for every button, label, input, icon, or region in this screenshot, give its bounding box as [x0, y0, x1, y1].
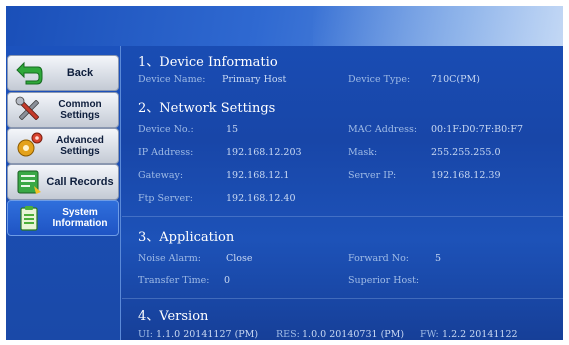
advanced-settings-label: Advanced Settings — [56, 135, 104, 157]
server-ip-label: Server IP: — [348, 170, 397, 181]
ip-address-value: 192.168.12.203 — [226, 147, 302, 158]
advanced-settings-button[interactable]: Advanced Settings — [7, 128, 119, 164]
device-info-title: 1、Device Informatio — [138, 55, 278, 70]
fw-version-label: FW: — [420, 329, 439, 340]
application-title: 3、Application — [138, 230, 235, 245]
gateway-value: 192.168.12.1 — [226, 170, 290, 181]
mac-address-value: 00:1F:D0:7F:B0:F7 — [431, 124, 524, 135]
res-version-value: 1.0.0 20140731 (PM) — [302, 329, 405, 340]
tools-icon — [15, 96, 39, 120]
system-info-panel: 1、Device Informatio Device Name: Primary… — [122, 46, 563, 340]
call-records-label: Call Records — [46, 175, 114, 188]
back-button[interactable]: Back — [7, 55, 119, 91]
gears-icon — [17, 132, 43, 157]
section-divider — [122, 216, 563, 217]
gateway-label: Gateway: — [138, 170, 184, 181]
top-banner — [6, 6, 563, 46]
server-ip-value: 192.168.12.39 — [431, 170, 501, 181]
ui-version-label: UI: — [138, 329, 153, 340]
forward-no-value: 5 — [435, 253, 442, 264]
ftp-server-label: Ftp Server: — [138, 193, 193, 204]
fw-version-value: 1.2.2 20141122 — [442, 329, 518, 340]
sidebar: Back Common Settings Advanced Settings C… — [6, 46, 121, 340]
mask-label: Mask: — [348, 147, 378, 158]
call-records-button[interactable]: Call Records — [7, 164, 119, 200]
system-information-label: System Information — [52, 207, 108, 229]
common-settings-label: Common Settings — [58, 99, 102, 121]
info-document-icon — [20, 206, 38, 231]
common-settings-button[interactable]: Common Settings — [7, 92, 119, 128]
back-label: Back — [66, 66, 94, 79]
noise-alarm-value: Close — [226, 253, 253, 264]
system-information-button[interactable]: System Information — [7, 200, 119, 236]
device-no-label: Device No.: — [138, 124, 194, 135]
device-name-label: Device Name: — [138, 74, 206, 85]
ftp-server-value: 192.168.12.40 — [226, 193, 296, 204]
transfer-time-label: Transfer Time: — [138, 275, 210, 286]
mac-address-label: MAC Address: — [348, 124, 418, 135]
version-title: 4、Version — [138, 309, 209, 324]
device-type-label: Device Type: — [348, 74, 411, 85]
section-divider — [122, 298, 563, 299]
device-no-value: 15 — [226, 124, 239, 135]
transfer-time-value: 0 — [224, 275, 231, 286]
noise-alarm-label: Noise Alarm: — [138, 253, 201, 264]
forward-no-label: Forward No: — [348, 253, 410, 264]
back-arrow-icon — [16, 61, 43, 85]
device-name-value: Primary Host — [222, 74, 287, 85]
network-settings-title: 2、Network Settings — [138, 101, 276, 116]
ui-version-value: 1.1.0 20141127 (PM) — [156, 329, 259, 340]
mask-value: 255.255.255.0 — [431, 147, 501, 158]
ip-address-label: IP Address: — [138, 147, 194, 158]
superior-host-label: Superior Host: — [348, 275, 420, 286]
device-type-value: 710C(PM) — [431, 74, 480, 85]
res-version-label: RES: — [276, 329, 300, 340]
device-screen: Back Common Settings Advanced Settings C… — [6, 6, 563, 340]
call-records-icon — [17, 170, 41, 194]
